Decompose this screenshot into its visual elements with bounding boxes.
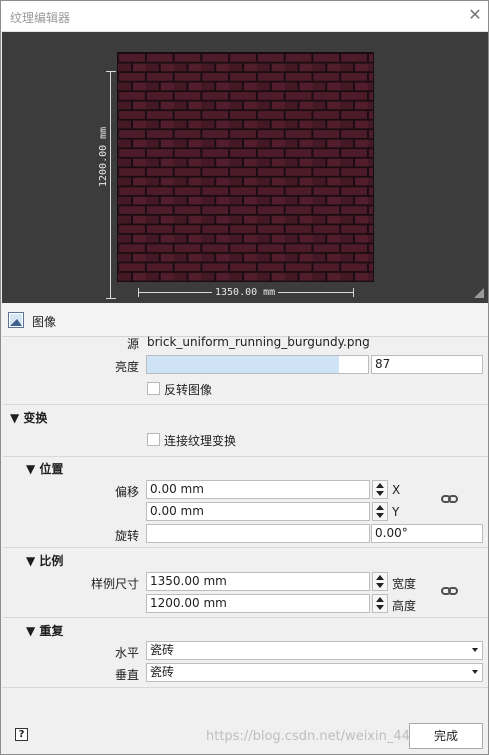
sample-size-label: 样例尺寸 [90, 577, 139, 591]
link-scale-icon[interactable] [441, 586, 459, 596]
link-texture-transform-label: 连接纹理变换 [164, 434, 237, 448]
vertical-repeat-select[interactable]: 瓷砖 [146, 663, 483, 682]
texture-editor-dialog: 纹理编辑器 ✕ 1200.00 mm 1350.00 mm 图像 源 brick… [0, 0, 489, 755]
horizontal-repeat-select[interactable]: 瓷砖 [146, 641, 483, 660]
offset-x-input[interactable]: 0.00 mm [146, 480, 370, 499]
repeat-section-header[interactable]: ▼ 重复 [26, 622, 63, 639]
rotation-label: 旋转 [114, 529, 139, 543]
offset-label: 偏移 [114, 485, 139, 499]
link-texture-transform-checkbox[interactable] [147, 433, 160, 446]
resize-grip-icon[interactable] [474, 288, 484, 298]
offset-y-spinner[interactable] [372, 502, 388, 521]
brick-texture-image [117, 52, 374, 282]
y-axis-label: Y [392, 505, 400, 519]
chevron-down-icon [472, 670, 478, 674]
repeat-title: 重复 [39, 624, 64, 638]
image-icon [8, 312, 24, 328]
source-filename[interactable]: brick_uniform_running_burgundy.png [147, 335, 370, 349]
x-axis-label: X [392, 483, 401, 497]
scale-title: 比例 [39, 554, 64, 568]
help-icon[interactable]: ? [15, 728, 28, 741]
window-title: 纹理编辑器 [10, 11, 71, 25]
brightness-input[interactable]: 87 [371, 355, 483, 374]
title-bar: 纹理编辑器 ✕ [1, 1, 488, 32]
sample-width-input[interactable]: 1350.00 mm [146, 572, 370, 591]
transform-section-header[interactable]: ▼ 变换 [10, 409, 47, 426]
sample-height-spinner[interactable] [372, 594, 388, 613]
source-label: 源 [126, 337, 139, 351]
done-button[interactable]: 完成 [409, 723, 483, 749]
height-dimension-label: 1200.00 mm [98, 123, 109, 190]
position-title: 位置 [39, 462, 64, 476]
sample-width-spinner[interactable] [372, 572, 388, 591]
rotation-input[interactable]: 0.00° [371, 524, 483, 543]
sample-height-input[interactable]: 1200.00 mm [146, 594, 370, 613]
link-offset-icon[interactable] [441, 494, 459, 504]
texture-preview: 1200.00 mm 1350.00 mm [2, 32, 488, 303]
vertical-repeat-value: 瓷砖 [150, 665, 175, 679]
horizontal-repeat-label: 水平 [114, 646, 139, 660]
image-section-header[interactable]: 图像 [2, 304, 488, 337]
rotation-dial[interactable] [146, 524, 370, 543]
divider [3, 617, 488, 618]
divider [3, 456, 488, 457]
brightness-label: 亮度 [114, 360, 139, 374]
position-section-header[interactable]: ▼ 位置 [26, 460, 63, 477]
close-icon[interactable]: ✕ [467, 7, 483, 23]
invert-image-checkbox[interactable] [147, 382, 160, 395]
horizontal-repeat-value: 瓷砖 [150, 643, 175, 657]
offset-x-spinner[interactable] [372, 480, 388, 499]
height-label: 高度 [392, 599, 417, 613]
divider [3, 547, 488, 548]
divider [3, 404, 488, 405]
width-label: 宽度 [392, 577, 417, 591]
brightness-slider[interactable] [146, 355, 369, 374]
brightness-slider-fill [147, 356, 340, 373]
invert-image-label: 反转图像 [164, 383, 213, 397]
image-section-title: 图像 [32, 315, 57, 329]
offset-y-input[interactable]: 0.00 mm [146, 502, 370, 521]
transform-title: 变换 [23, 411, 48, 425]
chevron-down-icon [472, 648, 478, 652]
scale-section-header[interactable]: ▼ 比例 [26, 552, 63, 569]
vertical-repeat-label: 垂直 [114, 668, 139, 682]
width-dimension-label: 1350.00 mm [212, 287, 279, 298]
